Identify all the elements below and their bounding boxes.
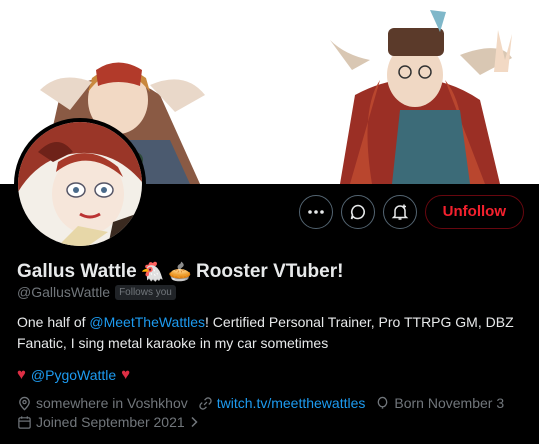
joined[interactable]: Joined September 2021 xyxy=(17,414,199,430)
balloon-icon xyxy=(375,396,390,411)
unfollow-button[interactable]: Unfollow xyxy=(424,195,524,229)
birthday-text: Born November 3 xyxy=(394,395,505,411)
message-button[interactable] xyxy=(340,195,375,229)
more-icon xyxy=(307,203,325,221)
profile-meta: somewhere in Voshkhov twitch.tv/meetthew… xyxy=(17,395,504,411)
website: twitch.tv/meetthewattles xyxy=(198,395,366,411)
heart-icon: ♥ xyxy=(17,366,26,383)
handle-row: @GallusWattle Follows you xyxy=(17,284,176,300)
website-link[interactable]: twitch.tv/meetthewattles xyxy=(217,395,366,411)
calendar-icon xyxy=(17,415,32,430)
rooster-emoji: 🐔 xyxy=(140,262,165,283)
joined-text: Joined September 2021 xyxy=(36,414,185,430)
pie-emoji: 🥧 xyxy=(168,262,192,283)
bio-mention-link[interactable]: @MeetTheWattles xyxy=(89,314,205,330)
message-icon xyxy=(349,203,367,221)
partner-mention-link[interactable]: @PygoWattle xyxy=(31,367,116,383)
bio: One half of @MeetTheWattles! Certified P… xyxy=(17,312,522,354)
notification-bell-icon xyxy=(391,203,409,221)
chevron-right-icon xyxy=(189,416,199,428)
notifications-button[interactable] xyxy=(382,195,417,229)
location-icon xyxy=(17,396,32,411)
follows-you-badge: Follows you xyxy=(115,284,176,300)
more-button[interactable] xyxy=(298,195,333,229)
location: somewhere in Voshkhov xyxy=(17,395,188,411)
link-icon xyxy=(198,396,213,411)
location-text: somewhere in Voshkhov xyxy=(36,395,188,411)
display-name: Gallus Wattle 🐔 🥧 Rooster VTuber! xyxy=(17,260,343,284)
partner-row: ♥ @PygoWattle ♥ xyxy=(17,366,130,383)
display-name-suffix: Rooster VTuber! xyxy=(196,261,344,282)
profile-actions: Unfollow xyxy=(298,195,524,229)
handle: @GallusWattle xyxy=(17,284,111,300)
birthday: Born November 3 xyxy=(375,395,504,411)
avatar[interactable] xyxy=(14,118,146,250)
display-name-text: Gallus Wattle xyxy=(17,261,137,282)
heart-icon: ♥ xyxy=(121,366,131,383)
avatar-art xyxy=(18,122,142,246)
bio-prefix: One half of xyxy=(17,314,90,330)
